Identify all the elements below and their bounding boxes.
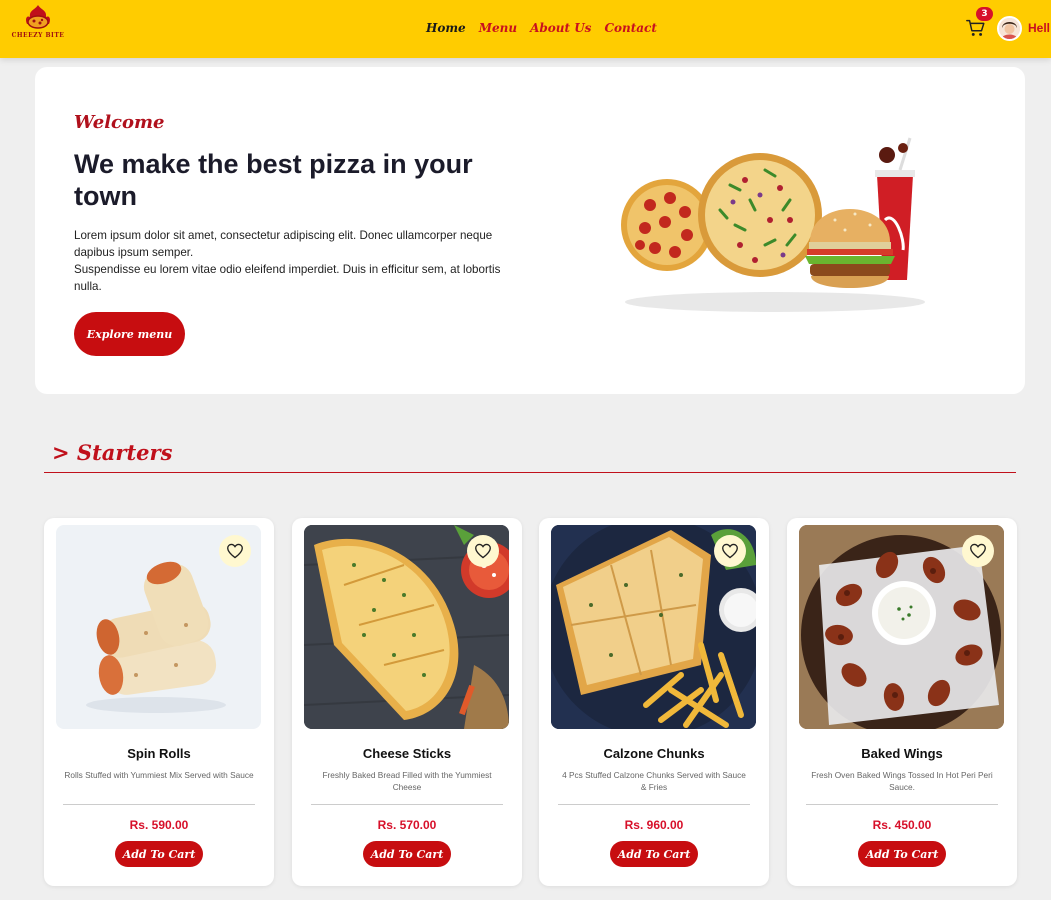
nav-menu[interactable]: Menu [479, 21, 517, 35]
section-divider [44, 472, 1016, 473]
add-to-cart-button[interactable]: Add To Cart [115, 841, 203, 867]
nav-home[interactable]: Home [426, 21, 466, 35]
product-description: 4 Pcs Stuffed Calzone Chunks Served with… [562, 770, 746, 792]
section-title-starters: > Starters [52, 440, 173, 465]
product-image-spin-rolls[interactable] [56, 525, 261, 729]
product-price: Rs. 590.00 [129, 818, 189, 832]
product-description: Fresh Oven Baked Wings Tossed In Hot Per… [811, 770, 993, 792]
add-to-cart-button[interactable]: Add To Cart [363, 841, 451, 867]
product-image-calzone-chunks[interactable] [551, 525, 756, 729]
hero-headline: We make the best pizza in your town [74, 149, 473, 211]
product-price: Rs. 570.00 [377, 818, 437, 832]
product-name: Cheese Sticks [362, 746, 452, 761]
favorite-heart-icon[interactable] [962, 535, 994, 567]
nav-about[interactable]: About Us [530, 21, 591, 35]
product-divider [311, 804, 503, 805]
product-divider [63, 804, 255, 805]
main-nav: Home Menu About Us Contact [426, 21, 657, 35]
product-price: Rs. 450.00 [872, 818, 932, 832]
top-navbar: CHEEZY BITE Home Menu About Us Contact 3… [0, 0, 1051, 58]
hero-description: Lorem ipsum dolor sit amet, consectetur … [74, 227, 514, 295]
product-card: Baked Wings Fresh Oven Baked Wings Tosse… [787, 518, 1017, 886]
product-divider [806, 804, 998, 805]
add-to-cart-button[interactable]: Add To Cart [858, 841, 946, 867]
favorite-heart-icon[interactable] [467, 535, 499, 567]
favorite-heart-icon[interactable] [714, 535, 746, 567]
logo-flame-icon [26, 5, 50, 29]
product-description: Freshly Baked Bread Filled with the Yumm… [322, 770, 492, 792]
product-card: Spin Rolls Rolls Stuffed with Yummiest M… [44, 518, 274, 886]
hero-body-line2: Suspendisse eu lorem vitae odio eleifend… [74, 263, 501, 293]
favorite-heart-icon[interactable] [219, 535, 251, 567]
user-greeting[interactable]: Hell [1028, 21, 1050, 35]
brand-logo[interactable]: CHEEZY BITE [8, 4, 68, 44]
product-card: Calzone Chunks 4 Pcs Stuffed Calzone Chu… [539, 518, 769, 886]
product-divider [558, 804, 750, 805]
hero-body-line1: Lorem ipsum dolor sit amet, consectetur … [74, 229, 493, 259]
product-price: Rs. 960.00 [624, 818, 684, 832]
product-card: Cheese Sticks Freshly Baked Bread Filled… [292, 518, 522, 886]
user-avatar[interactable] [997, 16, 1022, 41]
add-to-cart-button[interactable]: Add To Cart [610, 841, 698, 867]
product-description: Rolls Stuffed with Yummiest Mix Served w… [64, 770, 254, 780]
product-image-baked-wings[interactable] [799, 525, 1004, 729]
product-name: Calzone Chunks [603, 746, 705, 761]
nav-contact[interactable]: Contact [604, 21, 656, 35]
logo-text: CHEEZY BITE [11, 32, 65, 39]
cart-count-badge: 3 [976, 7, 993, 21]
product-image-cheese-sticks[interactable] [304, 525, 509, 729]
hero-food-image [621, 137, 925, 312]
explore-menu-button[interactable]: Explore menu [74, 312, 185, 356]
product-name: Spin Rolls [127, 746, 191, 761]
product-name: Baked Wings [861, 746, 943, 761]
hero-welcome: Welcome [74, 112, 165, 133]
